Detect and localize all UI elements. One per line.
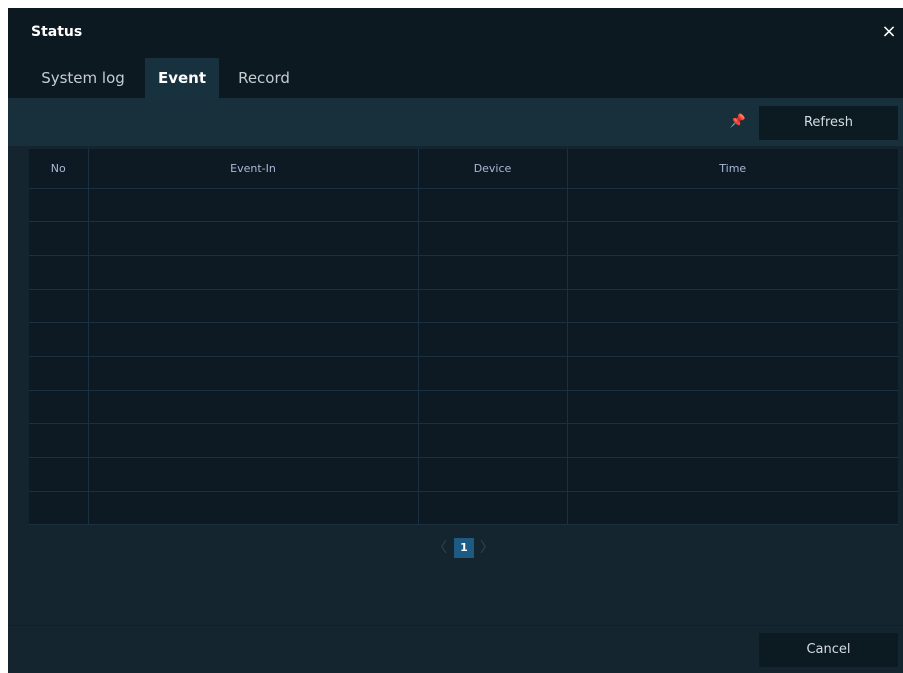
table-row[interactable] [29, 356, 898, 391]
table-body [29, 188, 898, 526]
table-row[interactable] [29, 322, 898, 357]
status-dialog: Status × System log Event Record 📌 Refre… [8, 8, 903, 673]
column-header-no[interactable]: No [29, 149, 89, 189]
tab-bar: System log Event Record [8, 58, 903, 98]
column-header-event-in[interactable]: Event-In [88, 149, 419, 189]
pushpin-icon[interactable]: 📌 [728, 112, 748, 132]
tab-record[interactable]: Record [223, 58, 305, 98]
table-row[interactable] [29, 255, 898, 290]
table-row[interactable] [29, 188, 898, 223]
column-header-time[interactable]: Time [567, 149, 898, 189]
page-number-current[interactable]: 1 [454, 538, 474, 558]
table-row[interactable] [29, 457, 898, 492]
pagination: 〈 1 〉 [8, 536, 903, 560]
tab-system-log[interactable]: System log [23, 58, 143, 98]
table-row[interactable] [29, 221, 898, 256]
refresh-button[interactable]: Refresh [759, 106, 898, 140]
dialog-title: Status [31, 24, 83, 40]
table-row[interactable] [29, 491, 898, 526]
table-row[interactable] [29, 390, 898, 425]
footer-divider [8, 625, 903, 626]
toolbar: 📌 Refresh [8, 98, 903, 146]
event-table: No Event-In Device Time [29, 149, 898, 526]
column-header-device[interactable]: Device [418, 149, 568, 189]
table-row[interactable] [29, 289, 898, 324]
cancel-button[interactable]: Cancel [759, 633, 898, 667]
table-row[interactable] [29, 423, 898, 458]
title-bar: Status × [8, 8, 903, 58]
tab-event[interactable]: Event [145, 58, 219, 98]
close-icon[interactable]: × [879, 22, 899, 42]
chevron-left-icon[interactable]: 〈 [433, 540, 447, 556]
chevron-right-icon[interactable]: 〉 [480, 540, 494, 556]
